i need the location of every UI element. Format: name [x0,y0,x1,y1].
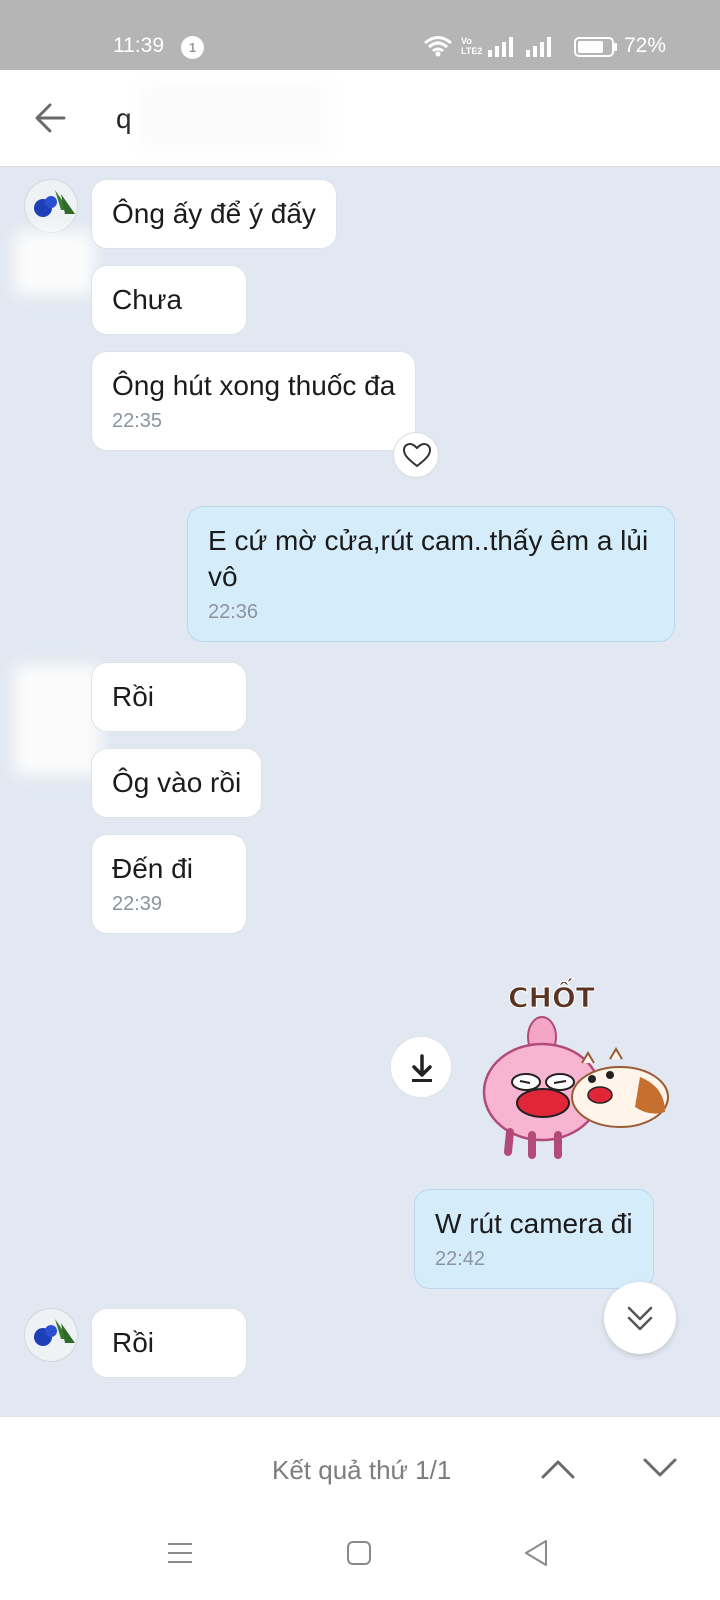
redacted-region [14,231,94,295]
redacted-region [14,665,100,775]
arrow-left-icon[interactable] [30,98,70,138]
heart-icon [402,442,432,468]
signal-icon-1 [488,37,513,57]
back-triangle-icon[interactable] [522,1538,550,1568]
message-list[interactable]: Ông ấy để ý đấy Chưa Ông hút xong thuốc … [0,167,720,1416]
sticker-caption: CHỐT [508,976,595,1014]
message-text: Ôg vào rồi [112,767,242,798]
wifi-icon [424,36,452,57]
message-time: 22:35 [112,410,163,432]
message-text: Rồi [112,1327,155,1358]
message-text: Đến đi [112,853,193,884]
previous-result-chevron-up-icon[interactable] [538,1453,578,1483]
download-sticker-button[interactable] [390,1036,452,1098]
status-bar: 11:39 1 Vo LTE2 72% [0,0,720,70]
home-square-icon[interactable] [346,1540,372,1566]
message-bubble-incoming[interactable]: Chưa [91,265,247,335]
battery-icon [574,37,617,57]
signal-icon-2 [526,37,551,57]
message-bubble-incoming[interactable]: Ông ấy để ý đấy [91,179,337,249]
redacted-region [140,84,330,150]
avatar[interactable] [24,179,78,233]
message-bubble-incoming[interactable]: Rồi [91,1308,247,1378]
message-bubble-incoming[interactable]: Rồi [91,662,247,732]
scroll-to-bottom-button[interactable] [604,1282,676,1354]
avatar-image [25,1309,77,1361]
sticker[interactable]: CHỐT [470,967,680,1167]
menu-icon[interactable] [167,1540,193,1566]
message-text: W rút camera đi [435,1208,633,1239]
double-chevron-down-icon [627,1306,653,1331]
message-time: 22:36 [208,601,259,623]
message-bubble-incoming[interactable]: Đến đi 22:39 [91,834,247,934]
message-text: Chưa [112,284,183,315]
message-bubble-outgoing[interactable]: E cứ mờ cửa,rút cam..thấy êm a lủi vô 22… [187,506,675,642]
battery-percent: 72% [624,34,667,57]
message-text: Ông hút xong thuốc đa [112,370,396,401]
react-heart-button[interactable] [393,432,439,478]
chat-search-header [0,70,720,167]
status-time: 11:39 [113,34,164,57]
sticker-image: CHỐT [482,976,669,1159]
avatar-image [25,180,77,232]
search-results-label: Kết quả thứ 1/1 [272,1455,452,1485]
next-result-chevron-down-icon[interactable] [640,1453,680,1483]
message-time: 22:42 [435,1248,486,1270]
notification-badge: 1 [181,36,204,59]
volte-icon: Vo LTE2 [461,36,483,56]
message-text: Ông ấy để ý đấy [112,198,316,229]
system-navigation-bar [0,1520,720,1600]
download-icon [412,1054,432,1082]
message-bubble-outgoing[interactable]: W rút camera đi 22:42 [414,1189,654,1289]
message-bubble-incoming[interactable]: Ôg vào rồi [91,748,263,818]
message-text: E cứ mờ cửa,rút cam..thấy êm a lủi vô [208,525,649,592]
search-results-bar: Kết quả thứ 1/1 [0,1416,720,1520]
message-time: 22:39 [112,893,163,915]
message-bubble-incoming[interactable]: Ông hút xong thuốc đa 22:35 [91,351,417,451]
message-text: Rồi [112,681,155,712]
avatar[interactable] [24,1308,78,1362]
